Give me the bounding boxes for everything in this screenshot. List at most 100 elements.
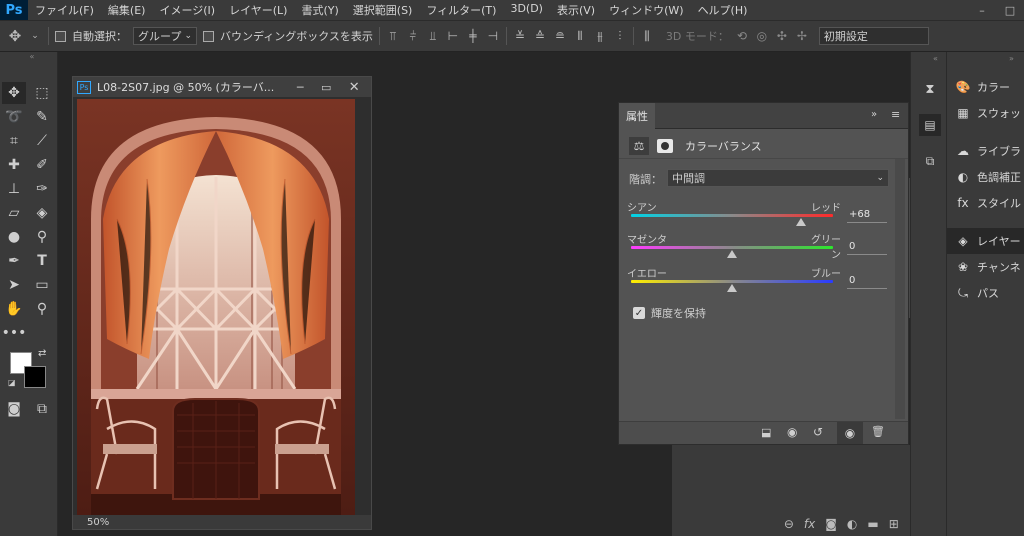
- auto-select-checkbox[interactable]: [55, 30, 66, 42]
- slider-track[interactable]: [631, 280, 833, 283]
- zoom-tool-icon[interactable]: ⚲: [30, 298, 54, 320]
- menu-item[interactable]: ヘルプ(H): [691, 2, 755, 18]
- move-tool-icon[interactable]: ✥: [2, 82, 26, 104]
- mask-icon[interactable]: [657, 138, 673, 153]
- slider-thumb[interactable]: [795, 218, 806, 226]
- paragraph-icon[interactable]: ⧉: [919, 150, 941, 172]
- orbit-3d-icon[interactable]: ⟲: [735, 29, 749, 43]
- menu-item[interactable]: 書式(Y): [294, 2, 345, 18]
- auto-align-icon[interactable]: ⫼: [640, 29, 654, 43]
- dock-item[interactable]: ◐ 色調補正: [947, 164, 1024, 190]
- collapse-icon[interactable]: «: [20, 52, 44, 61]
- type-tool-icon[interactable]: T: [30, 250, 54, 272]
- view-previous-icon[interactable]: ◉: [787, 425, 797, 439]
- healing-tool-icon[interactable]: ✚: [2, 154, 26, 176]
- distribute-bottom-icon[interactable]: ≘: [553, 29, 567, 43]
- menu-item[interactable]: フィルター(T): [419, 2, 503, 18]
- blur-tool-icon[interactable]: ●: [2, 226, 26, 248]
- dock-item[interactable]: ⤿ パス: [947, 280, 1024, 306]
- properties-icon[interactable]: ▤: [919, 114, 941, 136]
- lasso-tool-icon[interactable]: ➰: [2, 106, 26, 128]
- collapse-icon[interactable]: »: [1009, 54, 1014, 63]
- slider-value-field[interactable]: +68: [847, 209, 887, 223]
- swap-colors-icon[interactable]: ⇄: [38, 348, 46, 359]
- fx-icon[interactable]: fx: [804, 517, 815, 531]
- dock-item[interactable]: ◈ レイヤー: [947, 228, 1024, 254]
- align-top-icon[interactable]: ⫪: [386, 29, 400, 43]
- slider-track[interactable]: [631, 214, 833, 217]
- dock-item[interactable]: ☁ ライブラ: [947, 138, 1024, 164]
- distribute-right-icon[interactable]: ⫶: [613, 29, 627, 43]
- balance-icon[interactable]: ⚖: [629, 136, 649, 155]
- quick-mask-icon[interactable]: ◙: [2, 398, 26, 420]
- move-tool-icon[interactable]: ✥: [8, 27, 22, 45]
- rectangle-tool-icon[interactable]: ▭: [30, 274, 54, 296]
- close-icon[interactable]: ✕: [342, 80, 366, 95]
- slider-thumb[interactable]: [727, 250, 737, 258]
- paint-bucket-tool-icon[interactable]: ◈: [30, 202, 54, 224]
- zoom-level[interactable]: 50%: [87, 517, 109, 528]
- history-brush-tool-icon[interactable]: ✑: [30, 178, 54, 200]
- eyedropper-tool-icon[interactable]: ⟋: [30, 130, 54, 152]
- more-tools-icon[interactable]: •••: [2, 322, 27, 344]
- pen-tool-icon[interactable]: ✒: [2, 250, 26, 272]
- slider-track[interactable]: [631, 246, 833, 249]
- dodge-tool-icon[interactable]: ⚲: [30, 226, 54, 248]
- link-layers-icon[interactable]: ⊖: [784, 517, 794, 531]
- delete-icon[interactable]: 🗑: [871, 425, 885, 438]
- auto-select-dropdown[interactable]: グループ ⌄: [133, 27, 197, 45]
- path-select-tool-icon[interactable]: ➤: [2, 274, 26, 296]
- eraser-tool-icon[interactable]: ▱: [2, 202, 26, 224]
- align-right-icon[interactable]: ⊣: [486, 29, 500, 43]
- slider-value-field[interactable]: 0: [847, 275, 887, 289]
- hand-tool-icon[interactable]: ✋: [2, 298, 26, 320]
- new-group-icon[interactable]: ▬: [867, 517, 878, 531]
- slide-3d-icon[interactable]: ✢: [795, 29, 809, 43]
- menu-item[interactable]: 選択範囲(S): [346, 2, 420, 18]
- panel-scrollbar[interactable]: [895, 159, 905, 419]
- align-left-icon[interactable]: ⊢: [446, 29, 460, 43]
- distribute-hcenter-icon[interactable]: ⫵: [593, 29, 607, 43]
- default-colors-icon[interactable]: ◪: [8, 378, 16, 387]
- reset-icon[interactable]: ↺: [813, 425, 823, 439]
- menu-item[interactable]: ウィンドウ(W): [602, 2, 690, 18]
- slider-value-field[interactable]: 0: [847, 241, 887, 255]
- clip-to-layer-icon[interactable]: ⬓: [761, 426, 771, 439]
- menu-item[interactable]: 表示(V): [550, 2, 602, 18]
- new-layer-icon[interactable]: ⊞: [889, 517, 899, 531]
- history-icon[interactable]: ⧗: [919, 78, 941, 100]
- dock-item[interactable]: ▦ スウォッ: [947, 100, 1024, 126]
- marquee-tool-icon[interactable]: ⬚: [30, 82, 54, 104]
- maximize-icon[interactable]: ▭: [316, 81, 336, 94]
- distribute-top-icon[interactable]: ≚: [513, 29, 527, 43]
- screen-mode-icon[interactable]: ⧉: [30, 398, 54, 420]
- dock-item[interactable]: 🎨 カラー: [947, 74, 1024, 100]
- document-title-bar[interactable]: Ps L08-2S07.jpg @ 50% (カラーバ... ─ ▭ ✕: [73, 77, 371, 97]
- roll-3d-icon[interactable]: ◎: [755, 29, 769, 43]
- workspace-dropdown[interactable]: 初期設定: [818, 27, 929, 45]
- crop-tool-icon[interactable]: ⌗: [2, 130, 26, 152]
- dock-item[interactable]: fx スタイル: [947, 190, 1024, 216]
- menu-item[interactable]: 編集(E): [101, 2, 153, 18]
- panel-menu-icon[interactable]: ≡: [891, 108, 900, 121]
- align-vcenter-icon[interactable]: ⫩: [406, 29, 420, 43]
- menu-item[interactable]: ファイル(F): [28, 2, 101, 18]
- maximize-button[interactable]: □: [996, 0, 1024, 20]
- adjustment-layer-icon[interactable]: ◐: [847, 517, 857, 531]
- menu-item[interactable]: レイヤー(L): [222, 2, 294, 18]
- visibility-icon[interactable]: ◉: [837, 422, 863, 444]
- background-color-swatch[interactable]: [24, 366, 46, 388]
- menu-item[interactable]: イメージ(I): [152, 2, 222, 18]
- minimize-button[interactable]: –: [968, 0, 996, 20]
- chevron-down-icon[interactable]: ⌄: [28, 29, 42, 43]
- tone-dropdown[interactable]: 中間調 ⌄: [667, 169, 889, 187]
- minimize-icon[interactable]: ─: [290, 81, 310, 94]
- slider-thumb[interactable]: [727, 284, 737, 292]
- dock-item[interactable]: ❀ チャンネ: [947, 254, 1024, 280]
- tab-properties[interactable]: 属性: [619, 103, 655, 129]
- collapse-panel-icon[interactable]: »: [871, 109, 877, 120]
- preserve-checkbox[interactable]: ✓: [633, 307, 645, 319]
- quick-select-tool-icon[interactable]: ✎: [30, 106, 54, 128]
- distribute-vcenter-icon[interactable]: ≙: [533, 29, 547, 43]
- bbox-checkbox[interactable]: [203, 30, 214, 42]
